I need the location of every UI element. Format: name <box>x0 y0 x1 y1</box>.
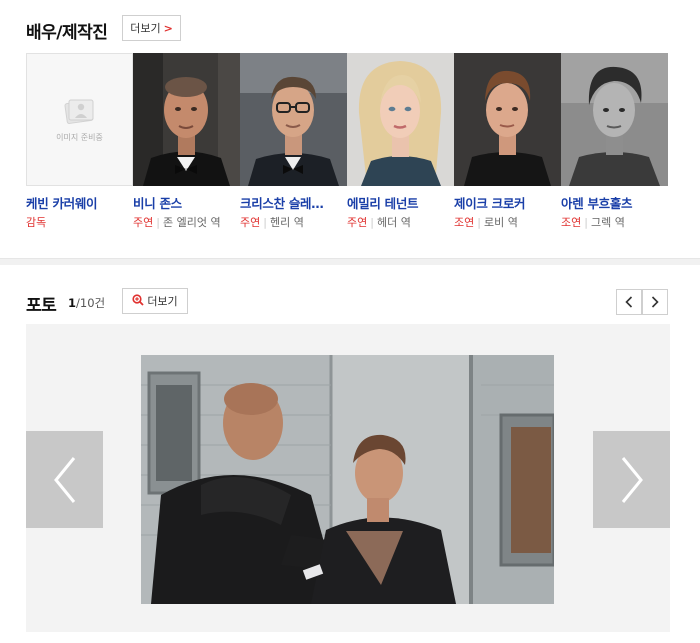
cast-character: 존 엘리엇 역 <box>162 216 221 229</box>
cast-card[interactable]: 아렌 부흐홀츠 조연 | 그렉 역 <box>561 53 668 233</box>
photo-section-title: 포토 <box>26 296 57 316</box>
chevron-right-icon <box>621 456 643 503</box>
viewer-prev-arrow[interactable] <box>26 431 103 528</box>
role-separator: | <box>263 216 267 229</box>
chevron-left-icon <box>625 296 633 308</box>
cast-role-line: 조연 | 그렉 역 <box>561 214 625 230</box>
photo-prev-button[interactable] <box>616 289 642 315</box>
cast-role: 주연 <box>240 216 261 229</box>
cast-card[interactable]: 크리스찬 슬레… 주연 | 헨리 역 <box>240 53 347 233</box>
actor-portrait-image <box>240 53 347 186</box>
cast-name[interactable]: 케빈 카러웨이 <box>26 193 130 212</box>
main-photo[interactable] <box>141 355 554 604</box>
photo-viewer <box>26 324 670 632</box>
section-divider <box>0 258 700 265</box>
cast-name[interactable]: 에밀리 테넌트 <box>347 193 451 212</box>
cast-character: 헨리 역 <box>269 216 304 229</box>
cast-role: 주연 <box>347 216 368 229</box>
cast-card[interactable]: 에밀리 테넌트 주연 | 헤더 역 <box>347 53 454 233</box>
cast-character: 로비 역 <box>483 216 518 229</box>
cast-role-line: 주연 | 헤더 역 <box>347 214 411 230</box>
movie-still-image <box>141 355 554 604</box>
cast-role: 조연 <box>454 216 475 229</box>
photo-more-button[interactable]: 더보기 <box>122 288 188 314</box>
cast-section: 배우/제작진 더보기 > 이미지 준비중 케빈 카러웨이 감독 비니 존스 주연… <box>0 0 700 258</box>
actor-portrait-image <box>561 53 668 186</box>
cast-name[interactable]: 제이크 크로커 <box>454 193 558 212</box>
cast-card-director[interactable]: 이미지 준비중 케빈 카러웨이 감독 <box>26 53 133 233</box>
magnifier-plus-icon <box>132 293 144 309</box>
cast-role-line: 주연 | 헨리 역 <box>240 214 304 230</box>
cast-role: 감독 <box>26 216 47 229</box>
cast-role: 조연 <box>561 216 582 229</box>
cast-role-line: 조연 | 로비 역 <box>454 214 518 230</box>
cast-photo[interactable] <box>454 53 561 186</box>
cast-character: 헤더 역 <box>376 216 411 229</box>
cast-photo[interactable] <box>561 53 668 186</box>
viewer-next-arrow[interactable] <box>593 431 670 528</box>
cast-card[interactable]: 제이크 크로커 조연 | 로비 역 <box>454 53 561 233</box>
cast-photo[interactable] <box>133 53 240 186</box>
role-separator: | <box>156 216 160 229</box>
role-separator: | <box>477 216 481 229</box>
cast-list: 이미지 준비중 케빈 카러웨이 감독 비니 존스 주연 | 존 엘리엇 역 크리… <box>26 53 670 233</box>
photo-placeholder: 이미지 준비중 <box>26 53 133 186</box>
cast-more-button[interactable]: 더보기 > <box>122 15 181 41</box>
placeholder-text: 이미지 준비중 <box>56 133 103 142</box>
cast-character: 그렉 역 <box>590 216 625 229</box>
cast-name[interactable]: 크리스찬 슬레… <box>240 193 344 212</box>
chevron-right-icon <box>651 296 659 308</box>
cast-name[interactable]: 아렌 부흐홀츠 <box>561 193 665 212</box>
role-separator: | <box>370 216 374 229</box>
cast-photo[interactable] <box>347 53 454 186</box>
chevron-right-icon: > <box>163 21 173 35</box>
actor-portrait-image <box>454 53 561 186</box>
cast-section-title: 배우/제작진 <box>26 23 108 43</box>
cast-role-line: 주연 | 존 엘리엇 역 <box>133 214 221 230</box>
cast-name[interactable]: 비니 존스 <box>133 193 237 212</box>
photo-more-label: 더보기 <box>147 295 178 308</box>
cast-role: 주연 <box>133 216 154 229</box>
actor-portrait-image <box>347 53 454 186</box>
photo-counter: 1/10건 <box>68 295 105 311</box>
image-placeholder-icon <box>63 99 94 124</box>
cast-card[interactable]: 비니 존스 주연 | 존 엘리엇 역 <box>133 53 240 233</box>
chevron-left-icon <box>53 456 75 503</box>
photo-next-button[interactable] <box>642 289 668 315</box>
cast-photo[interactable]: 이미지 준비중 <box>26 53 133 186</box>
photo-total-count: /10건 <box>76 296 106 310</box>
photo-current-index: 1 <box>68 296 77 310</box>
cast-more-label: 더보기 <box>130 22 161 35</box>
cast-role-line: 감독 <box>26 214 46 230</box>
cast-photo[interactable] <box>240 53 347 186</box>
role-separator: | <box>584 216 588 229</box>
actor-portrait-image <box>133 53 240 186</box>
